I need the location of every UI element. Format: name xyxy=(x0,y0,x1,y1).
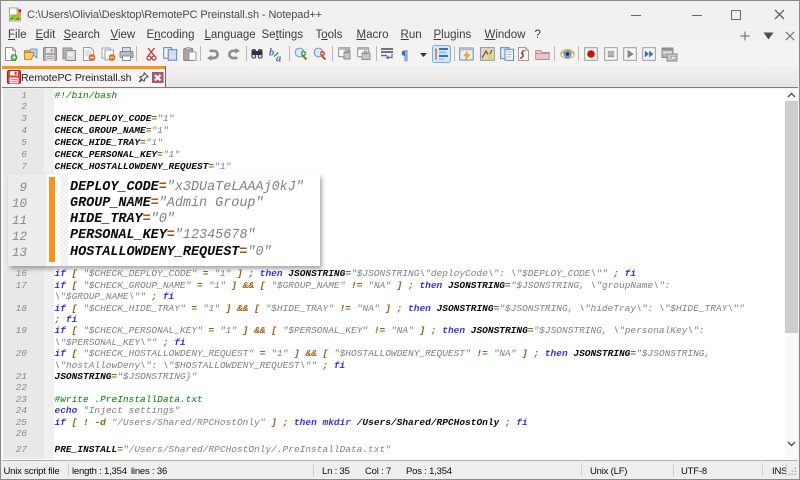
svg-text:¶: ¶ xyxy=(401,49,409,63)
svg-text:b: b xyxy=(269,48,274,59)
